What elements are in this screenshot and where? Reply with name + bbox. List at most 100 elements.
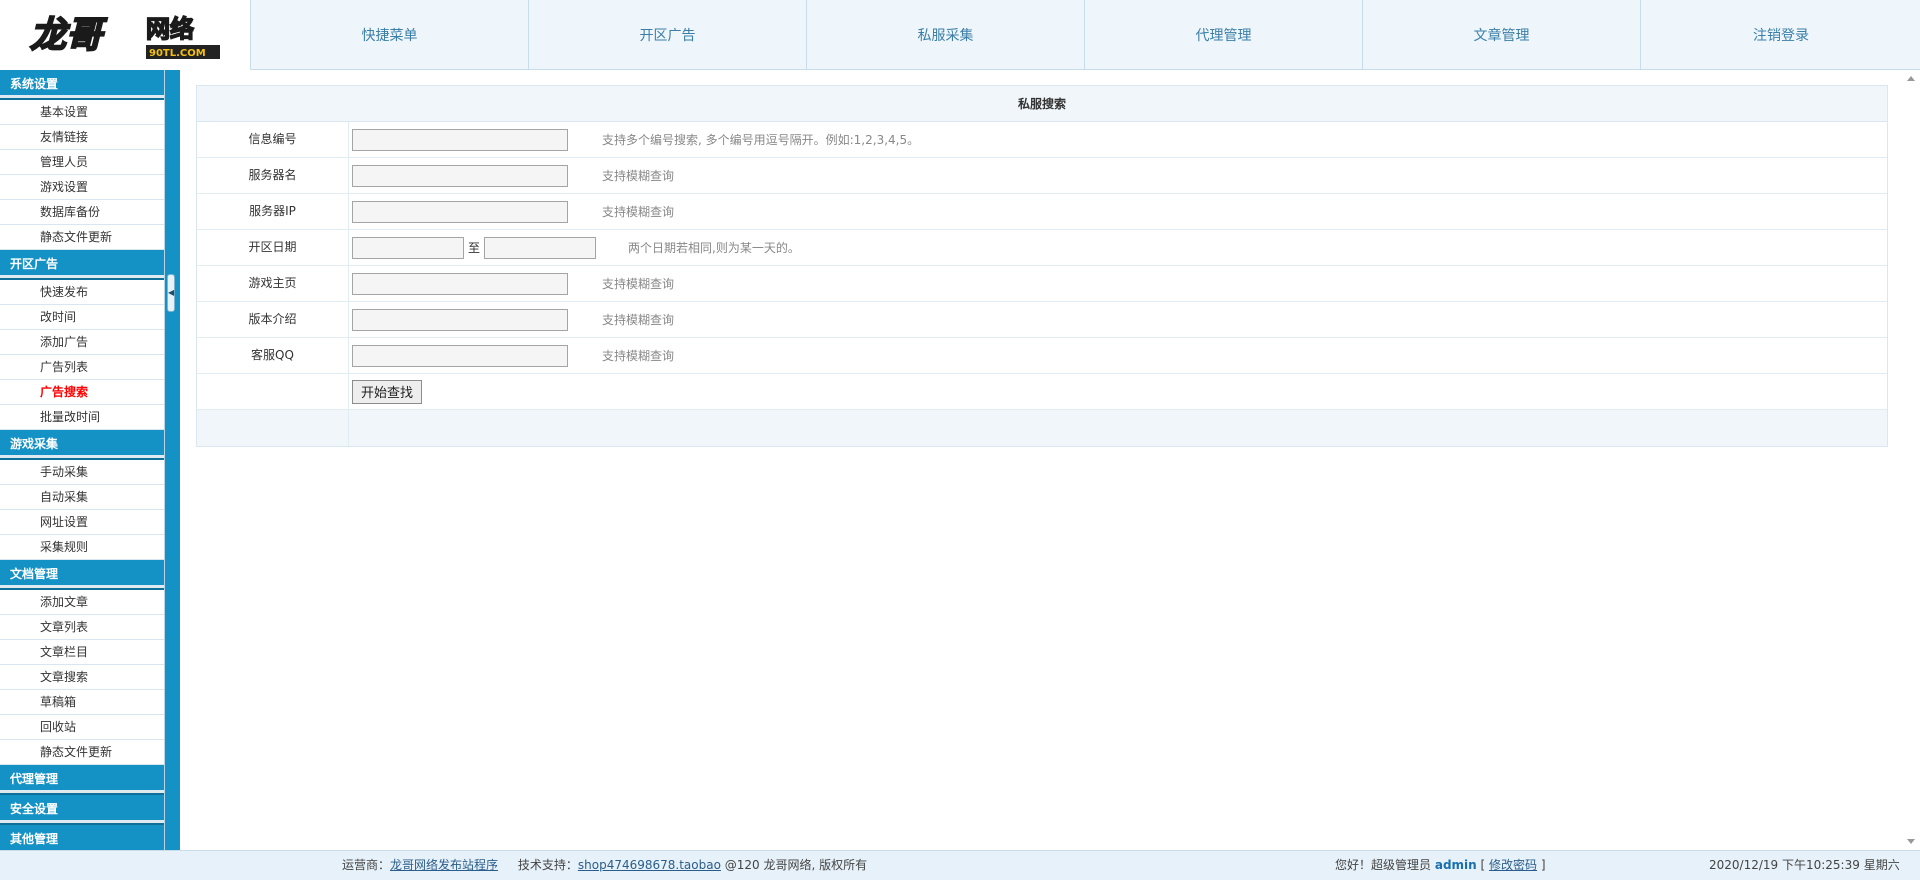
sidebar-item-quick-publish[interactable]: 快速发布 bbox=[0, 280, 164, 305]
sidebar-item-ad-search[interactable]: 广告搜索 bbox=[0, 380, 164, 405]
version-input[interactable] bbox=[352, 308, 568, 331]
footer: 运营商：龙哥网络发布站程序 技术支持：shop474698678.taobao … bbox=[0, 850, 1920, 880]
sidebar-section-security[interactable]: 安全设置 bbox=[0, 795, 164, 825]
nav-logout[interactable]: 注销登录 bbox=[1641, 0, 1920, 70]
search-submit-button[interactable]: 开始查找 bbox=[352, 379, 423, 404]
form-row-version: 版本介绍 支持模糊查询 bbox=[197, 302, 1887, 338]
support-link[interactable]: shop474698678.taobao bbox=[578, 858, 721, 872]
operator-label: 运营商： bbox=[342, 858, 391, 872]
field-label-version: 版本介绍 bbox=[197, 302, 349, 337]
sidebar-item-change-time[interactable]: 改时间 bbox=[0, 305, 164, 330]
sidebar-section-collect[interactable]: 游戏采集 bbox=[0, 430, 164, 460]
date-separator: 至 bbox=[468, 241, 481, 255]
nav-server-ads[interactable]: 开区广告 bbox=[529, 0, 807, 70]
sidebar-section-system[interactable]: 系统设置 bbox=[0, 70, 164, 100]
nav-private-collect[interactable]: 私服采集 bbox=[807, 0, 1085, 70]
sidebar-item-collect-rules[interactable]: 采集规则 bbox=[0, 535, 164, 560]
sidebar: 系统设置 基本设置 友情链接 管理人员 游戏设置 数据库备份 静态文件更新 开区… bbox=[0, 70, 165, 850]
footer-datetime: 2020/12/19 下午10:25:39 星期六 bbox=[1709, 858, 1900, 872]
change-password-link[interactable]: 修改密码 bbox=[1489, 858, 1537, 872]
date-from-input[interactable] bbox=[352, 236, 464, 259]
sidebar-section-docs[interactable]: 文档管理 bbox=[0, 560, 164, 590]
sidebar-item-friend-links[interactable]: 友情链接 bbox=[0, 125, 164, 150]
scroll-up-icon[interactable] bbox=[1907, 76, 1915, 81]
ip-hint: 支持模糊查询 bbox=[602, 205, 675, 219]
sidebar-item-game-settings[interactable]: 游戏设置 bbox=[0, 175, 164, 200]
id-hint: 支持多个编号搜索, 多个编号用逗号隔开。例如:1,2,3,4,5。 bbox=[602, 133, 920, 147]
server-ip-input[interactable] bbox=[352, 200, 568, 223]
field-label-name: 服务器名 bbox=[197, 158, 349, 193]
sidebar-section-other[interactable]: 其他管理 bbox=[0, 825, 164, 850]
nav-quick-menu[interactable]: 快捷菜单 bbox=[251, 0, 529, 70]
logo[interactable]: 龙哥 网络 90TL.COM bbox=[0, 0, 251, 70]
homepage-input[interactable] bbox=[352, 272, 568, 295]
sidebar-item-article-columns[interactable]: 文章栏目 bbox=[0, 640, 164, 665]
sidebar-item-static-update-2[interactable]: 静态文件更新 bbox=[0, 740, 164, 765]
greeting-text: 您好！超级管理员 bbox=[1335, 858, 1432, 872]
nav-article-manage[interactable]: 文章管理 bbox=[1363, 0, 1641, 70]
panel-title: 私服搜索 bbox=[197, 86, 1887, 122]
form-row-footer bbox=[197, 410, 1887, 446]
date-hint: 两个日期若相同,则为某一天的。 bbox=[628, 241, 800, 255]
field-label-ip: 服务器IP bbox=[197, 194, 349, 229]
copyright-text: @120 龙哥网络, 版权所有 bbox=[724, 858, 868, 872]
vertical-scrollbar[interactable] bbox=[1903, 70, 1920, 850]
top-nav: 快捷菜单 开区广告 私服采集 代理管理 文章管理 注销登录 bbox=[251, 0, 1920, 70]
footer-field-cell bbox=[349, 410, 1887, 446]
sidebar-divider bbox=[165, 70, 180, 850]
admin-username: admin bbox=[1434, 858, 1477, 872]
sidebar-item-article-list[interactable]: 文章列表 bbox=[0, 615, 164, 640]
field-label-id: 信息编号 bbox=[197, 122, 349, 157]
footer-label-cell bbox=[197, 410, 349, 446]
scroll-down-icon[interactable] bbox=[1907, 839, 1915, 844]
logo-sub-text: 网络 bbox=[146, 15, 194, 43]
sidebar-item-admins[interactable]: 管理人员 bbox=[0, 150, 164, 175]
footer-user: 您好！超级管理员 admin [ 修改密码 ] bbox=[1335, 851, 1546, 880]
field-label-homepage: 游戏主页 bbox=[197, 266, 349, 301]
field-label-qq: 客服QQ bbox=[197, 338, 349, 373]
sidebar-item-add-ad[interactable]: 添加广告 bbox=[0, 330, 164, 355]
bracket-open: [ bbox=[1480, 858, 1486, 872]
date-to-input[interactable] bbox=[484, 236, 597, 259]
form-row-id: 信息编号 支持多个编号搜索, 多个编号用逗号隔开。例如:1,2,3,4,5。 bbox=[197, 122, 1887, 158]
sidebar-item-batch-time[interactable]: 批量改时间 bbox=[0, 405, 164, 430]
form-row-name: 服务器名 支持模糊查询 bbox=[197, 158, 1887, 194]
nav-agent-manage[interactable]: 代理管理 bbox=[1085, 0, 1363, 70]
bracket-close: ] bbox=[1540, 858, 1546, 872]
sidebar-section-ads[interactable]: 开区广告 bbox=[0, 250, 164, 280]
sidebar-item-url-settings[interactable]: 网址设置 bbox=[0, 510, 164, 535]
sidebar-item-auto-collect[interactable]: 自动采集 bbox=[0, 485, 164, 510]
support-label: 技术支持： bbox=[517, 858, 578, 872]
main-content: 私服搜索 信息编号 支持多个编号搜索, 多个编号用逗号隔开。例如:1,2,3,4… bbox=[180, 70, 1920, 850]
operator-link[interactable]: 龙哥网络发布站程序 bbox=[390, 858, 498, 872]
sidebar-section-agents[interactable]: 代理管理 bbox=[0, 765, 164, 795]
version-hint: 支持模糊查询 bbox=[602, 313, 675, 327]
submit-label-cell bbox=[197, 374, 349, 409]
sidebar-item-ad-list[interactable]: 广告列表 bbox=[0, 355, 164, 380]
name-hint: 支持模糊查询 bbox=[602, 169, 675, 183]
sidebar-collapse-toggle[interactable]: ◀ bbox=[167, 274, 175, 312]
form-row-submit: 开始查找 bbox=[197, 374, 1887, 410]
form-row-homepage: 游戏主页 支持模糊查询 bbox=[197, 266, 1887, 302]
qq-hint: 支持模糊查询 bbox=[602, 349, 675, 363]
id-input[interactable] bbox=[352, 128, 568, 151]
sidebar-item-static-update[interactable]: 静态文件更新 bbox=[0, 225, 164, 250]
homepage-hint: 支持模糊查询 bbox=[602, 277, 675, 291]
sidebar-item-manual-collect[interactable]: 手动采集 bbox=[0, 460, 164, 485]
logo-graphic: 龙哥 网络 90TL.COM bbox=[29, 14, 220, 59]
sidebar-item-drafts[interactable]: 草稿箱 bbox=[0, 690, 164, 715]
sidebar-item-db-backup[interactable]: 数据库备份 bbox=[0, 200, 164, 225]
header: 龙哥 网络 90TL.COM 快捷菜单 开区广告 私服采集 代理管理 文章管理 … bbox=[0, 0, 1920, 70]
sidebar-item-add-article[interactable]: 添加文章 bbox=[0, 590, 164, 615]
qq-input[interactable] bbox=[352, 344, 568, 367]
sidebar-item-basic-settings[interactable]: 基本设置 bbox=[0, 100, 164, 125]
logo-main-text: 龙哥 bbox=[30, 15, 108, 56]
sidebar-item-article-search[interactable]: 文章搜索 bbox=[0, 665, 164, 690]
form-row-qq: 客服QQ 支持模糊查询 bbox=[197, 338, 1887, 374]
form-row-ip: 服务器IP 支持模糊查询 bbox=[197, 194, 1887, 230]
server-name-input[interactable] bbox=[352, 164, 568, 187]
sidebar-item-recycle-bin[interactable]: 回收站 bbox=[0, 715, 164, 740]
field-label-date: 开区日期 bbox=[197, 230, 349, 265]
search-panel: 私服搜索 信息编号 支持多个编号搜索, 多个编号用逗号隔开。例如:1,2,3,4… bbox=[196, 85, 1888, 447]
footer-left: 运营商：龙哥网络发布站程序 技术支持：shop474698678.taobao … bbox=[342, 851, 867, 880]
